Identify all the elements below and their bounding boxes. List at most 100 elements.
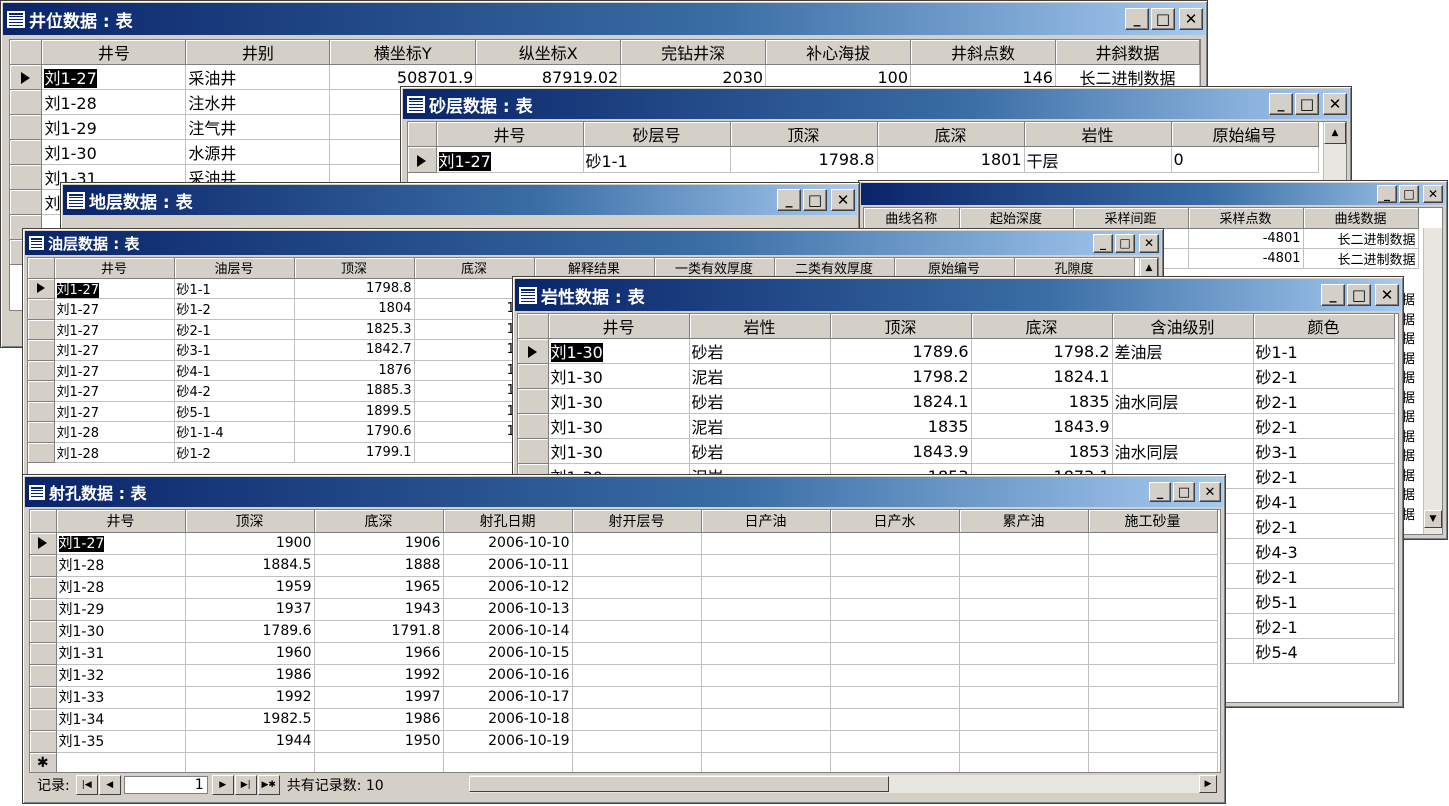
titlebar-quxian[interactable]: _ □ ✕ xyxy=(861,183,1445,205)
select-all-corner[interactable] xyxy=(28,258,55,279)
minimize-button[interactable]: _ xyxy=(1269,93,1293,115)
cell[interactable]: 刘1-30 xyxy=(56,620,186,643)
column-header[interactable]: 施工砂量 xyxy=(1088,510,1218,533)
cell[interactable]: 1804 xyxy=(294,298,415,320)
cell[interactable]: 据 xyxy=(1402,291,1420,311)
column-header[interactable]: 起始深度 xyxy=(959,208,1074,229)
cell[interactable]: 据 xyxy=(1402,389,1420,409)
titlebar-jingwei[interactable]: 井位数据 : 表 _ □ ✕ xyxy=(3,3,1205,35)
row-selector[interactable] xyxy=(30,554,57,577)
cell[interactable]: 刘1-35 xyxy=(56,730,186,753)
table-row[interactable]: 刘1-32 1986 1992 2006-10-16 xyxy=(30,664,1218,687)
column-header[interactable]: 井号 xyxy=(41,40,187,65)
scroll-right-button[interactable]: ▶ xyxy=(1199,775,1217,793)
row-selector[interactable] xyxy=(28,401,55,422)
cell[interactable]: 刘1-27 xyxy=(436,146,584,173)
column-header[interactable]: 井斜数据 xyxy=(1055,40,1200,65)
row-selector[interactable] xyxy=(518,438,549,464)
cell[interactable]: 1798.2 xyxy=(971,338,1113,364)
table-row[interactable]: 刘1-33 1992 1997 2006-10-17 xyxy=(30,686,1218,709)
table-row[interactable]: 刘1-35 1944 1950 2006-10-19 xyxy=(30,730,1218,753)
row-selector[interactable] xyxy=(10,64,43,90)
cell[interactable]: 采油井 xyxy=(185,64,331,90)
row-selector[interactable] xyxy=(30,730,57,753)
cell[interactable]: 刘1-30 xyxy=(548,438,690,464)
cell[interactable]: 据 xyxy=(1402,350,1420,370)
column-header[interactable]: 岩性 xyxy=(1024,122,1172,147)
maximize-button[interactable]: □ xyxy=(1173,482,1195,502)
row-selector[interactable] xyxy=(10,89,43,115)
row-selector[interactable] xyxy=(10,139,43,165)
select-all-corner[interactable] xyxy=(518,314,549,339)
cell[interactable]: 刘1-30 xyxy=(548,413,690,439)
row-selector[interactable] xyxy=(28,442,55,463)
column-header[interactable]: 纵坐标X xyxy=(475,40,622,65)
cell[interactable]: 注气井 xyxy=(185,114,331,140)
maximize-button[interactable]: □ xyxy=(1347,284,1371,306)
column-header[interactable]: 顶深 xyxy=(730,122,878,147)
cell[interactable]: 刘1-27 xyxy=(56,532,186,555)
table-row[interactable]: 刘1-30 1789.6 1791.8 2006-10-14 xyxy=(30,620,1218,643)
table-row[interactable]: 刘1-28 1959 1965 2006-10-12 xyxy=(30,576,1218,599)
cell[interactable]: 刘1-30 xyxy=(41,139,187,165)
column-header[interactable]: 顶深 xyxy=(830,314,972,339)
minimize-button[interactable]: _ xyxy=(1093,233,1113,253)
cell[interactable]: 2006-10-14 xyxy=(443,620,573,643)
titlebar-youceng[interactable]: 油层数据 : 表 _ □ ✕ xyxy=(25,231,1161,255)
scroll-up-button[interactable]: ▲ xyxy=(1140,258,1158,278)
cell[interactable]: 砂3-1 xyxy=(1253,438,1395,464)
column-header[interactable]: 横坐标Y xyxy=(329,40,477,65)
select-all-corner[interactable] xyxy=(408,122,437,147)
row-selector[interactable] xyxy=(30,642,57,665)
cell[interactable]: 1888 xyxy=(314,554,444,577)
column-header[interactable]: 井斜点数 xyxy=(910,40,1056,65)
table-row[interactable]: 刘1-34 1982.5 1986 2006-10-18 xyxy=(30,708,1218,731)
new-record-row[interactable]: ✱ xyxy=(30,752,1218,772)
cell[interactable]: 1789.6 xyxy=(185,620,315,643)
row-selector[interactable] xyxy=(518,413,549,439)
cell[interactable]: 长二进制数据 xyxy=(1303,228,1419,249)
next-record-button[interactable]: ▶ xyxy=(211,775,234,795)
maximize-button[interactable]: □ xyxy=(1115,233,1135,253)
cell[interactable]: 1950 xyxy=(314,730,444,753)
scroll-up-button[interactable]: ▲ xyxy=(1324,122,1346,144)
record-number-input[interactable]: 1 xyxy=(123,776,208,794)
column-header[interactable]: 油层号 xyxy=(174,258,295,279)
cell[interactable]: 据 xyxy=(1402,447,1420,467)
cell[interactable]: 1937 xyxy=(185,598,315,621)
column-header[interactable]: 累产油 xyxy=(959,510,1089,533)
cell[interactable]: 砂2-1 xyxy=(1253,363,1395,389)
row-selector[interactable] xyxy=(28,319,55,340)
row-selector[interactable]: ✱ xyxy=(30,752,57,772)
row-selector[interactable] xyxy=(30,576,57,599)
row-selector[interactable] xyxy=(30,664,57,687)
row-selector[interactable] xyxy=(518,363,549,389)
column-header[interactable]: 孔隙度 xyxy=(1014,258,1135,279)
cell[interactable]: 刘1-27 xyxy=(54,401,175,422)
titlebar-yanxing[interactable]: 岩性数据 : 表 _ □ ✕ xyxy=(515,279,1401,311)
cell[interactable]: 1900 xyxy=(185,532,315,555)
last-record-button[interactable]: ▶| xyxy=(234,775,257,795)
vertical-scrollbar[interactable]: ▲ xyxy=(1323,122,1346,182)
horizontal-scrollbar[interactable]: ▶ xyxy=(469,775,1217,793)
maximize-button[interactable]: □ xyxy=(1399,185,1419,203)
table-row[interactable]: 刘1-28 1884.5 1888 2006-10-11 xyxy=(30,554,1218,577)
row-selector[interactable] xyxy=(518,388,549,414)
column-header[interactable]: 完钻井深 xyxy=(620,40,767,65)
table-row[interactable]: 刘1-30 砂岩 1843.9 1853 油水同层 砂3-1 xyxy=(518,438,1395,464)
row-selector[interactable] xyxy=(28,278,55,299)
cell[interactable]: 砂1-1-4 xyxy=(174,421,295,443)
cell[interactable]: 据 xyxy=(1402,506,1420,526)
cell[interactable]: 1842.7 xyxy=(294,339,415,361)
cell[interactable]: 2006-10-10 xyxy=(443,532,573,555)
cell[interactable]: 刘1-30 xyxy=(548,338,690,364)
cell[interactable]: 刘1-27 xyxy=(54,380,175,402)
scroll-thumb[interactable] xyxy=(469,776,889,792)
table-row[interactable]: 刘1-29 1937 1943 2006-10-13 xyxy=(30,598,1218,621)
table-row[interactable]: 刘1-30 砂岩 1824.1 1835 油水同层 砂2-1 xyxy=(518,388,1395,414)
close-button[interactable]: ✕ xyxy=(1323,93,1347,115)
cell[interactable]: 砂1-2 xyxy=(174,298,295,320)
close-button[interactable]: ✕ xyxy=(1139,233,1159,253)
cell[interactable]: 砂2-1 xyxy=(1253,563,1395,589)
cell[interactable]: 砂2-1 xyxy=(1253,388,1395,414)
